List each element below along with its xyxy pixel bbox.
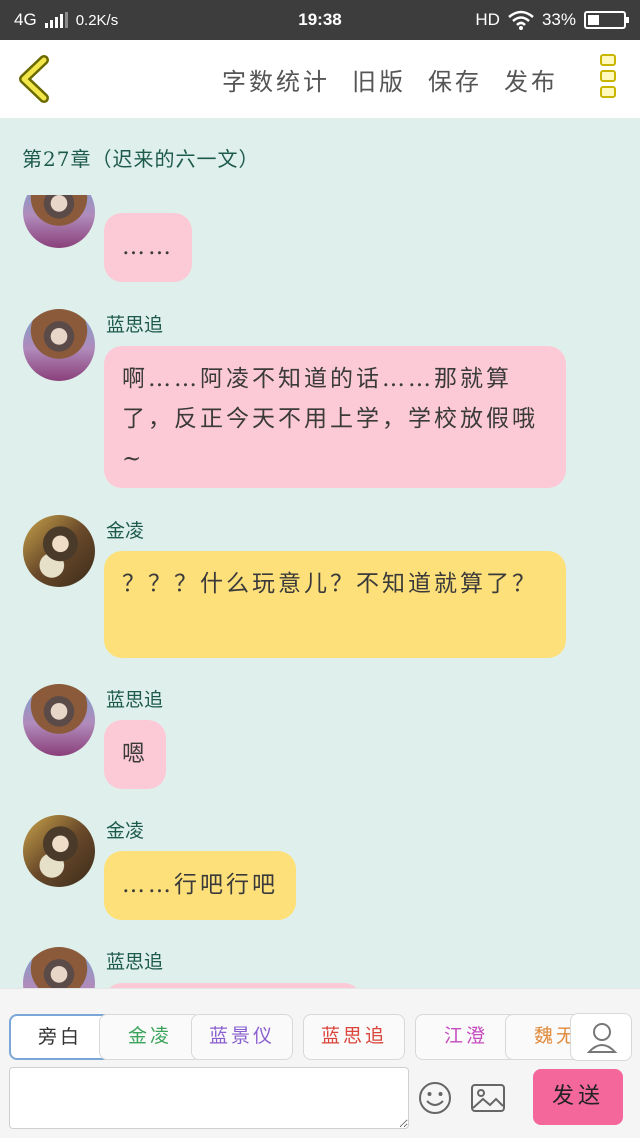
character-chip[interactable]: 江澄 <box>415 1014 517 1060</box>
speaker-name: 蓝思追 <box>106 314 164 336</box>
status-right: HD 33% <box>475 10 629 30</box>
chapter-title: 第27章（迟来的六一文） <box>22 147 260 171</box>
save-button[interactable]: 保存 <box>428 62 482 97</box>
editor-toolbar: 字数统计 旧版 保存 发布 <box>0 40 640 118</box>
speaker-name: 蓝思追 <box>106 951 164 973</box>
message-bubble[interactable]: 啊……阿凌不知道的话……那就算了，反正今天不用上学，学校放假哦~ <box>104 346 566 488</box>
chat-area[interactable]: …… 蓝思追 啊……阿凌不知道的话……那就算了，反正今天不用上学，学校放假哦~ … <box>0 195 640 988</box>
word-count-button[interactable]: 字数统计 <box>222 62 330 97</box>
image-icon <box>471 1084 505 1112</box>
more-menu-button[interactable] <box>598 54 618 106</box>
chevron-left-icon <box>19 55 49 103</box>
publish-button[interactable]: 发布 <box>504 62 558 97</box>
battery-percent: 33% <box>541 10 576 29</box>
more-vertical-icon <box>598 54 618 98</box>
toolbar-actions: 字数统计 旧版 保存 发布 <box>222 62 558 97</box>
back-button[interactable] <box>14 54 54 104</box>
character-chip[interactable]: 蓝景仪 <box>191 1014 293 1060</box>
profile-button[interactable] <box>570 1013 632 1061</box>
battery-icon <box>584 11 629 29</box>
message-bubble[interactable]: ？？？什么玩意儿？不知道就算了？ <box>104 551 566 658</box>
message-bubble[interactable]: 嗯 <box>104 720 166 789</box>
status-bar: 4G 0.2K/s 19:38 HD 33% <box>0 0 640 40</box>
message-bubble[interactable]: ……行吧行吧 <box>104 851 296 920</box>
battery-fill <box>588 15 600 25</box>
avatar[interactable] <box>23 195 95 248</box>
character-chip[interactable]: 蓝思追 <box>303 1014 405 1060</box>
smile-icon <box>419 1082 451 1114</box>
avatar[interactable] <box>23 684 95 756</box>
wifi-icon <box>508 10 534 30</box>
old-version-button[interactable]: 旧版 <box>352 62 406 97</box>
user-icon <box>586 1023 618 1053</box>
character-selector: 旁白 金凌 蓝景仪 蓝思追 江澄 魏无 <box>0 988 640 1063</box>
character-chip-narration[interactable]: 旁白 <box>9 1014 111 1060</box>
emoji-button[interactable] <box>418 1081 452 1115</box>
avatar[interactable] <box>23 515 95 587</box>
speaker-name: 蓝思追 <box>106 689 164 711</box>
message-bubble[interactable]: …… <box>104 213 192 282</box>
avatar[interactable] <box>23 815 95 887</box>
send-button[interactable]: 发送 <box>533 1069 623 1125</box>
avatar[interactable] <box>23 309 95 381</box>
avatar[interactable] <box>23 947 95 988</box>
message-input[interactable] <box>9 1067 409 1129</box>
image-button[interactable] <box>470 1081 506 1115</box>
character-chip[interactable]: 金凌 <box>99 1014 201 1060</box>
speaker-name: 金凌 <box>106 820 145 842</box>
composer: 发送 <box>0 1063 640 1138</box>
speaker-name: 金凌 <box>106 520 145 542</box>
hd-indicator: HD <box>475 10 500 29</box>
